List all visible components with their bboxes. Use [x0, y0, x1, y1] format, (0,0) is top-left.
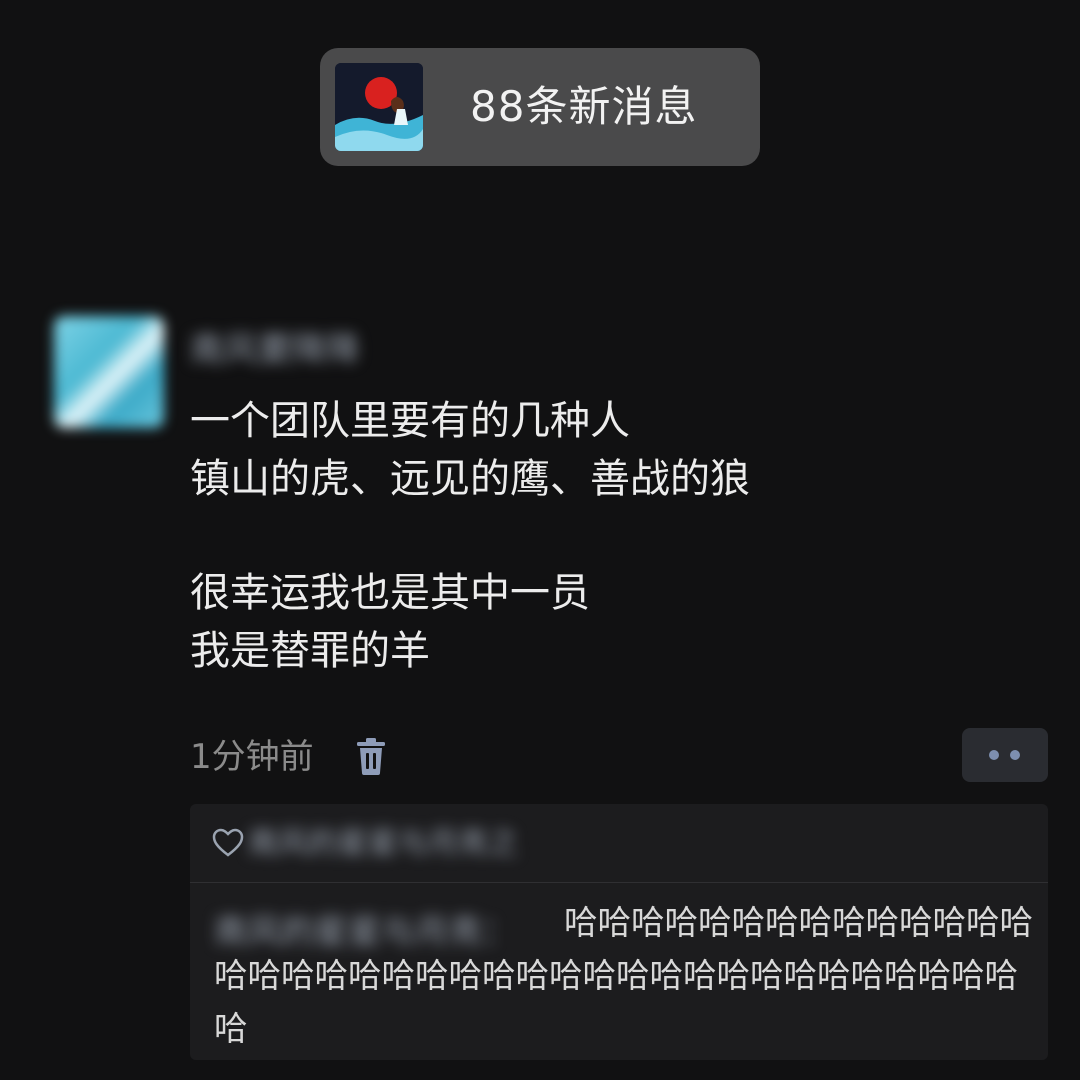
author-name[interactable]: 南风要降降: [190, 326, 430, 374]
more-dots-button[interactable]: [962, 728, 1048, 782]
comment[interactable]: 南风的星星与月亮： 哈哈哈哈哈哈哈哈哈哈哈哈哈哈哈哈哈哈哈哈哈哈哈哈哈哈哈哈哈哈哈…: [214, 896, 1034, 1055]
interactions-panel: 南风的星星与月亮之 南风的星星与月亮： 哈哈哈哈哈哈哈哈哈哈哈哈哈哈哈哈哈哈哈哈哈…: [190, 804, 1048, 1060]
post-content: 一个团队里要有的几种人 镇山的虎、远见的鹰、善战的狼 很幸运我也是其中一员 我是…: [190, 392, 1050, 680]
new-messages-banner[interactable]: 88条新消息: [320, 48, 760, 166]
new-messages-label: 88条新消息: [470, 82, 698, 131]
likes-names[interactable]: 南风的星星与月亮之: [248, 824, 588, 864]
trash-icon[interactable]: [354, 736, 388, 776]
more-dot-icon: [1010, 750, 1020, 760]
likes-row: 南风的星星与月亮之: [190, 804, 1048, 882]
more-dot-icon: [989, 750, 999, 760]
panel-divider: [190, 882, 1048, 883]
post-line: 我是替罪的羊: [190, 628, 430, 674]
notification-avatar: [335, 63, 423, 151]
post-line: 很幸运我也是其中一员: [190, 570, 590, 616]
heart-icon: [212, 828, 244, 858]
post-line: 一个团队里要有的几种人: [190, 398, 630, 444]
post-line: 镇山的虎、远见的鹰、善战的狼: [190, 456, 750, 502]
comment-author[interactable]: 南风的星星与月亮：: [214, 905, 564, 945]
author-avatar[interactable]: [54, 316, 164, 428]
post-timestamp: 1分钟前: [190, 737, 314, 777]
